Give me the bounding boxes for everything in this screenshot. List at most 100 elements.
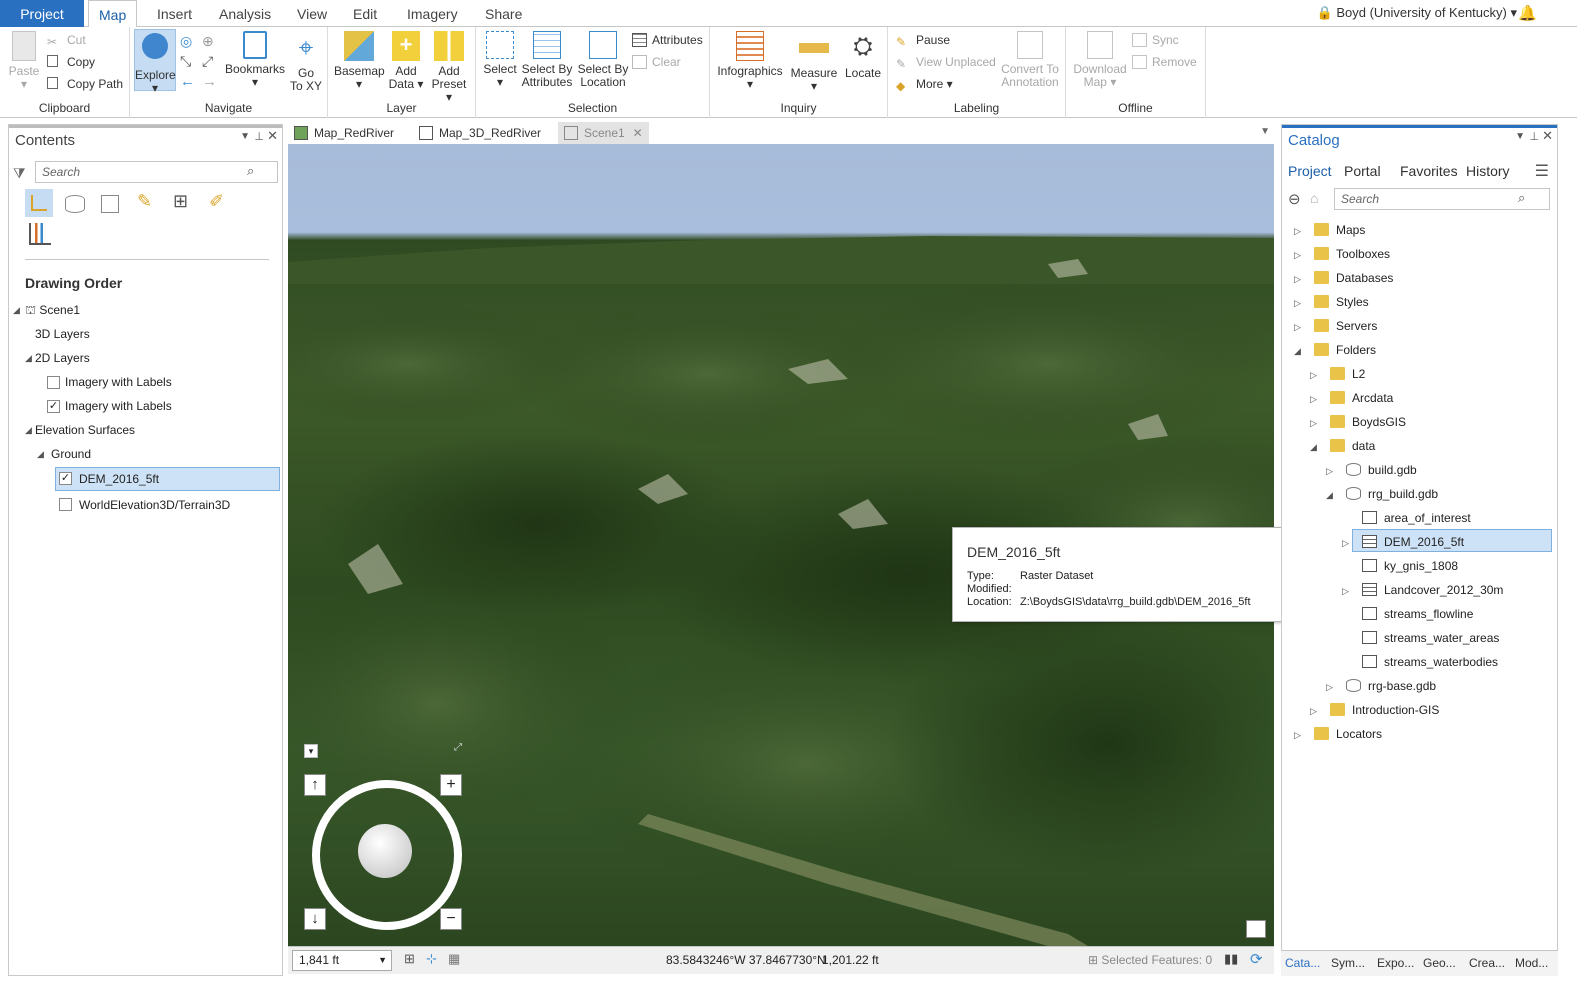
tilt-down-button[interactable]: ↓ bbox=[304, 908, 326, 930]
download-map-button[interactable]: Download Map ▾ bbox=[1070, 31, 1130, 89]
home-icon[interactable]: ⌂ bbox=[1310, 190, 1318, 206]
collapse-icon[interactable]: ◢ bbox=[1294, 346, 1301, 357]
catalog-item-streams-waterbodies[interactable]: streams_waterbodies bbox=[1362, 651, 1498, 673]
expand-icon[interactable]: ◢ bbox=[25, 353, 32, 364]
infographics-button[interactable]: Infographics ▾ bbox=[716, 31, 784, 91]
pin-icon[interactable]: ⊥ bbox=[1529, 130, 1539, 143]
navigator-collapse-icon[interactable]: ▾ bbox=[304, 744, 318, 758]
tab-favorites[interactable]: Favorites bbox=[1400, 163, 1458, 179]
expand-icon[interactable]: ▷ bbox=[1310, 418, 1317, 429]
layer-visibility-checkbox[interactable]: ✓ bbox=[47, 400, 60, 413]
tab-history[interactable]: History bbox=[1466, 163, 1510, 179]
editing-view-icon[interactable]: ✎ bbox=[137, 191, 152, 212]
catalog-item-styles[interactable]: Styles bbox=[1314, 291, 1369, 313]
collapse-icon[interactable]: ◢ bbox=[1326, 490, 1333, 501]
full-extent-icon[interactable]: ◎ bbox=[180, 33, 192, 50]
add-preset-button[interactable]: Add Preset ▾ bbox=[428, 31, 470, 104]
pane-menu-icon[interactable]: ▼ bbox=[1515, 131, 1525, 142]
expand-icon[interactable]: ▷ bbox=[1310, 370, 1317, 381]
tab-map[interactable]: Map bbox=[88, 0, 138, 28]
zoom-out-button[interactable]: − bbox=[440, 908, 462, 930]
tree-item-world-elevation[interactable]: WorldElevation3D/Terrain3D bbox=[79, 495, 230, 515]
catalog-item-boydsgis[interactable]: BoydsGIS bbox=[1330, 411, 1406, 433]
catalog-item-locators[interactable]: Locators bbox=[1314, 723, 1382, 745]
drawing-order-view-icon[interactable] bbox=[25, 189, 53, 217]
expand-icon[interactable]: ▷ bbox=[1342, 538, 1349, 549]
hamburger-menu-icon[interactable]: ☰ bbox=[1535, 161, 1549, 181]
close-icon[interactable]: ✕ bbox=[267, 128, 278, 144]
tab-modify[interactable]: Mod... bbox=[1515, 956, 1548, 970]
measure-button[interactable]: Measure ▾ bbox=[788, 31, 840, 93]
go-to-xy-button[interactable]: ⌖ Go To XY bbox=[288, 31, 324, 93]
pane-menu-icon[interactable]: ▼ bbox=[240, 131, 250, 142]
expand-icon[interactable]: ▷ bbox=[1326, 466, 1333, 477]
contents-search-input[interactable]: Search bbox=[35, 161, 278, 183]
catalog-item-folders[interactable]: Folders bbox=[1314, 339, 1376, 361]
zoom-out-fixed-icon[interactable]: ⤢ bbox=[202, 53, 213, 70]
tab-analysis[interactable]: Analysis bbox=[209, 0, 281, 27]
copy-button[interactable]: Copy bbox=[47, 53, 95, 71]
catalog-item-rrg-build-gdb[interactable]: rrg_build.gdb bbox=[1346, 483, 1438, 505]
layer-visibility-checkbox[interactable] bbox=[59, 498, 72, 511]
catalog-item-arcdata[interactable]: Arcdata bbox=[1330, 387, 1393, 409]
expand-icon[interactable]: ◢ bbox=[37, 449, 44, 460]
zoom-in-button[interactable]: + bbox=[440, 774, 462, 796]
basemap-button[interactable]: Basemap ▾ bbox=[334, 31, 385, 91]
catalog-item-maps[interactable]: Maps bbox=[1314, 219, 1365, 241]
remove-button[interactable]: Remove bbox=[1132, 53, 1197, 71]
chevron-down-icon[interactable]: ▼ bbox=[1260, 126, 1270, 137]
expand-icon[interactable]: ▷ bbox=[1310, 394, 1317, 405]
catalog-item-l2[interactable]: L2 bbox=[1330, 363, 1365, 385]
bookmarks-button[interactable]: Bookmarks ▾ bbox=[224, 31, 286, 89]
user-account[interactable]: 🔒 Boyd (University of Kentucky) ▾ bbox=[1317, 0, 1517, 27]
filter-icon[interactable]: ⧩ bbox=[13, 165, 26, 182]
tab-insert[interactable]: Insert bbox=[147, 0, 202, 27]
convert-to-annotation-button[interactable]: Convert To Annotation bbox=[998, 31, 1062, 89]
forward-arrow-icon[interactable]: → bbox=[202, 73, 217, 90]
select-button[interactable]: Select ▾ bbox=[480, 31, 520, 89]
tree-item-2d-layers[interactable]: 2D Layers bbox=[35, 348, 90, 368]
explore-button[interactable]: Explore ▾ bbox=[134, 29, 176, 95]
fixed-zoom-icon[interactable]: ⊕ bbox=[202, 33, 214, 50]
tab-view[interactable]: View bbox=[287, 0, 337, 27]
expand-icon[interactable]: ▷ bbox=[1294, 730, 1301, 741]
catalog-item-rrg-base-gdb[interactable]: rrg-base.gdb bbox=[1346, 675, 1436, 697]
tab-share[interactable]: Share bbox=[475, 0, 532, 27]
catalog-item-databases[interactable]: Databases bbox=[1314, 267, 1393, 289]
navigator-expand-icon[interactable]: ⤢ bbox=[454, 742, 462, 753]
tab-export[interactable]: Expo... bbox=[1377, 956, 1414, 970]
clear-button[interactable]: Clear bbox=[632, 53, 681, 71]
labeling-view-icon[interactable]: ✐ bbox=[209, 191, 224, 212]
search-icon[interactable]: ⌕ bbox=[1518, 190, 1525, 206]
close-icon[interactable]: ✕ bbox=[1542, 128, 1553, 144]
layer-visibility-checkbox[interactable] bbox=[47, 376, 60, 389]
tree-item-3d-layers[interactable]: 3D Layers bbox=[35, 324, 90, 344]
catalog-item-streams-flowline[interactable]: streams_flowline bbox=[1362, 603, 1473, 625]
tab-geoprocessing[interactable]: Geo... bbox=[1423, 956, 1456, 970]
catalog-item-dem[interactable]: DEM_2016_5ft bbox=[1362, 531, 1464, 553]
copy-path-button[interactable]: Copy Path bbox=[47, 75, 123, 93]
tab-portal[interactable]: Portal bbox=[1344, 163, 1381, 179]
tree-item-ground[interactable]: Ground bbox=[51, 444, 91, 464]
tab-scene1[interactable]: Scene1 ✕ bbox=[558, 122, 649, 144]
tree-item-imagery-unchecked[interactable]: Imagery with Labels bbox=[65, 372, 172, 392]
tab-symbology[interactable]: Sym... bbox=[1331, 956, 1365, 970]
bell-icon[interactable]: 🔔 bbox=[1518, 4, 1537, 22]
catalog-item-toolboxes[interactable]: Toolboxes bbox=[1314, 243, 1390, 265]
pause-drawing-icon[interactable]: ▮▮ bbox=[1224, 951, 1238, 967]
catalog-item-servers[interactable]: Servers bbox=[1314, 315, 1377, 337]
tree-item-elevation-surfaces[interactable]: Elevation Surfaces bbox=[35, 420, 135, 440]
expand-icon[interactable]: ▷ bbox=[1342, 586, 1349, 597]
snapping-icon[interactable]: ⊞ bbox=[404, 951, 415, 967]
more-button[interactable]: ◆ More ▾ bbox=[896, 75, 953, 93]
expand-icon[interactable]: ◢ bbox=[13, 305, 20, 316]
tab-edit[interactable]: Edit bbox=[343, 0, 387, 27]
expand-icon[interactable]: ▷ bbox=[1294, 274, 1301, 285]
tree-item-scene[interactable]: ⛫ Scene1 bbox=[25, 300, 80, 320]
grid-icon[interactable]: ⊹ bbox=[426, 951, 437, 967]
select-by-location-button[interactable]: Select By Location bbox=[576, 31, 630, 89]
tab-project[interactable]: Project bbox=[1288, 163, 1332, 179]
navigator-globe-icon[interactable] bbox=[358, 824, 412, 878]
expand-icon[interactable]: ▷ bbox=[1294, 298, 1301, 309]
cut-button[interactable]: ✂ Cut bbox=[47, 31, 86, 49]
